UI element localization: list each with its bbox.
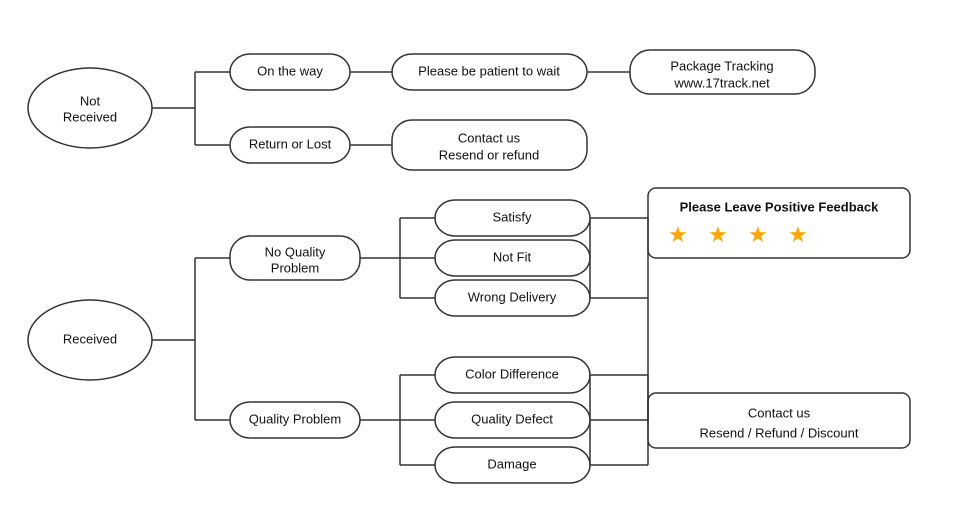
contact-resend-refund-label2: Resend or refund bbox=[439, 147, 539, 162]
satisfy-label: Satisfy bbox=[492, 209, 532, 224]
star3: ★ bbox=[748, 222, 768, 247]
quality-defect-label: Quality Defect bbox=[471, 411, 553, 426]
star4: ★ bbox=[788, 222, 808, 247]
star1: ★ bbox=[668, 222, 688, 247]
return-or-lost-label: Return or Lost bbox=[249, 136, 332, 151]
contact-resend-refund-discount-label2: Resend / Refund / Discount bbox=[700, 425, 859, 440]
received-label: Received bbox=[63, 331, 117, 346]
contact-resend-refund-label1: Contact us bbox=[458, 130, 521, 145]
no-quality-problem-label2: Problem bbox=[271, 260, 319, 275]
not-received-label: Not bbox=[80, 93, 101, 108]
flowchart-diagram: Not Received On the way Return or Lost P… bbox=[0, 0, 960, 513]
not-fit-label: Not Fit bbox=[493, 249, 532, 264]
damage-label: Damage bbox=[487, 456, 536, 471]
package-tracking-label2: www.17track.net bbox=[673, 75, 770, 90]
package-tracking-label1: Package Tracking bbox=[670, 58, 773, 73]
quality-problem-label: Quality Problem bbox=[249, 411, 341, 426]
not-received-label2: Received bbox=[63, 109, 117, 124]
color-difference-label: Color Difference bbox=[465, 366, 559, 381]
contact-resend-refund-discount-label1: Contact us bbox=[748, 405, 811, 420]
please-be-patient-label: Please be patient to wait bbox=[418, 63, 560, 78]
on-the-way-label: On the way bbox=[257, 63, 323, 78]
please-leave-feedback-label: Please Leave Positive Feedback bbox=[680, 199, 879, 214]
no-quality-problem-label1: No Quality bbox=[265, 244, 326, 259]
wrong-delivery-label: Wrong Delivery bbox=[468, 289, 557, 304]
star2: ★ bbox=[708, 222, 728, 247]
